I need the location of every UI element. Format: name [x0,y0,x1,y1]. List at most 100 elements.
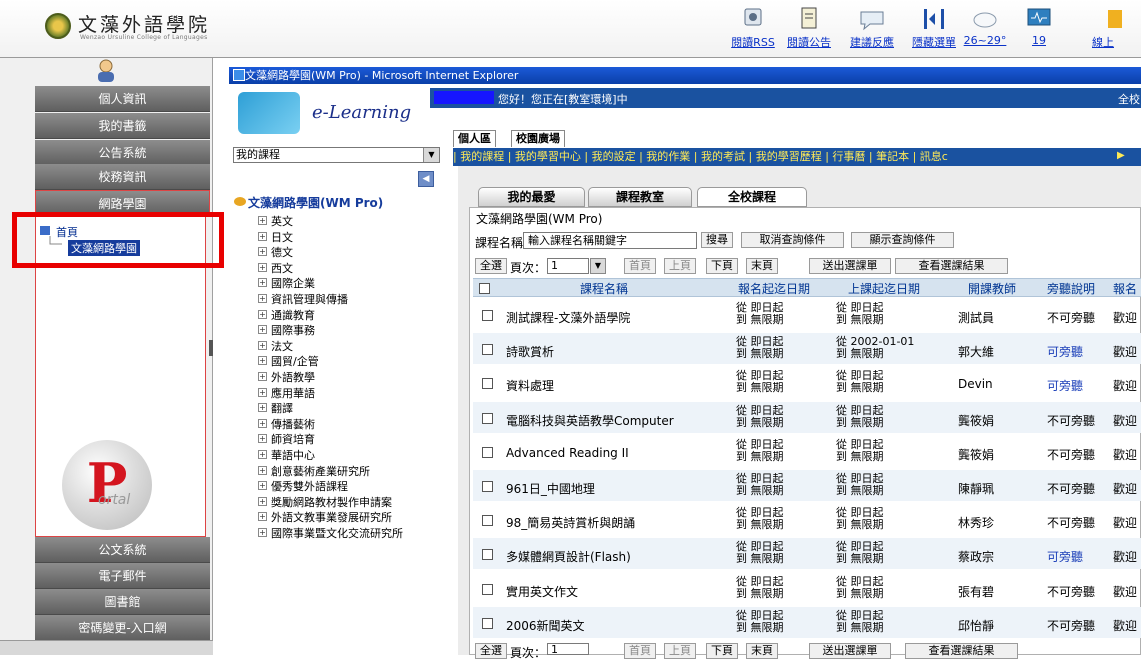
audit-status[interactable]: 可旁聽 [1047,548,1083,565]
row-checkbox[interactable] [482,515,493,527]
next-page-button[interactable]: 下頁 [706,258,738,274]
select-all-button-bottom[interactable]: 全選 [475,643,507,659]
course-name[interactable]: 961日_中國地理 [506,480,595,497]
tree-expand-icon[interactable]: + [258,450,267,459]
tree-node[interactable]: 華語中心 [271,449,315,462]
course-name[interactable]: Advanced Reading II [506,446,629,460]
tree-expand-icon[interactable]: + [258,216,267,225]
select-all-button[interactable]: 全選 [475,258,507,274]
tree-expand-icon[interactable]: + [258,309,267,319]
search-button[interactable]: 搜尋 [701,232,733,248]
course-name[interactable]: 詩歌賞析 [506,343,554,360]
course-name[interactable]: 98_簡易英詩賞析與朗誦 [506,514,635,531]
cancel-query-button[interactable]: 取消查詢條件 [741,232,844,248]
feedback-button[interactable]: 建議反應 [844,2,900,56]
submit-selection-button[interactable]: 送出選課單 [809,258,891,274]
tree-expand-icon[interactable]: + [258,403,267,413]
prev-page-button-bottom[interactable]: 上頁 [664,643,696,659]
course-name[interactable]: 測試課程-文藻外語學院 [506,309,630,326]
sidebar-item-school-affairs[interactable]: 校務資訊 [35,164,210,190]
sidebar-item-library[interactable]: 圖書館 [35,589,210,615]
tree-node[interactable]: 創意藝術產業研究所 [271,465,370,478]
next-page-button-bottom[interactable]: 下頁 [706,643,738,659]
sidebar-item-email[interactable]: 電子郵件 [35,563,210,589]
prev-page-button[interactable]: 上頁 [664,258,696,274]
tree-node[interactable]: 德文 [271,246,293,259]
portal-logo[interactable]: P ortal [62,440,152,530]
tree-node[interactable]: 法文 [271,340,293,353]
sidebar-item-password[interactable]: 密碼變更-入口網 [35,615,210,641]
tree-node[interactable]: 國貿/企管 [271,355,319,368]
row-checkbox[interactable] [482,344,493,356]
online-count-button[interactable]: 19 [1011,2,1067,56]
col-teacher[interactable]: 開課教師 [968,280,1016,297]
tab-favorites[interactable]: 我的最愛 [478,187,585,207]
tree-expand-icon[interactable]: + [258,231,267,241]
tree-node[interactable]: 翻譯 [271,402,293,415]
course-name[interactable]: 電腦科技與英語教學Computer [506,412,674,429]
sidebar-item-bookmarks[interactable]: 我的書籤 [35,113,210,139]
tree-expand-icon[interactable]: + [258,481,267,491]
tree-expand-icon[interactable]: + [258,387,267,397]
row-checkbox[interactable] [482,617,493,629]
view-result-button[interactable]: 查看選課結果 [895,258,1008,274]
tab-all-courses[interactable]: 全校課程 [697,187,807,207]
tree-node[interactable]: 國際企業 [271,277,315,290]
tree-expand-icon[interactable]: + [258,356,267,366]
online-users-button[interactable]: 線上 [1080,2,1136,56]
audit-status[interactable]: 可旁聽 [1047,343,1083,360]
tree-node[interactable]: 西文 [271,262,293,275]
course-name[interactable]: 2006新聞英文 [506,617,585,634]
tree-expand-icon[interactable]: + [258,512,267,522]
keyword-input[interactable]: 輸入課程名稱關鍵字 [523,232,697,249]
nav-links[interactable]: | 我的課程 | 我的學習中心 | 我的設定 | 我的作業 | 我的考試 | 我… [453,150,948,163]
sidebar-item-documents[interactable]: 公文系統 [35,537,210,563]
col-audit[interactable]: 旁聽說明 [1047,280,1095,297]
course-select[interactable]: 我的課程 [233,147,440,163]
view-result-button-bottom[interactable]: 查看選課結果 [905,643,1018,659]
tree-expand-icon[interactable]: + [258,528,267,537]
tree-node[interactable]: 資訊管理與傳播 [271,293,348,306]
function-nav[interactable]: | 我的課程 | 我的學習中心 | 我的設定 | 我的作業 | 我的考試 | 我… [453,148,1141,166]
tree-expand-icon[interactable]: + [258,325,267,335]
sidebar-item-personal-info[interactable]: 個人資訊 [35,86,210,112]
last-page-button[interactable]: 末頁 [746,258,778,274]
course-name[interactable]: 資料處理 [506,377,554,394]
col-course-name[interactable]: 課程名稱 [580,280,628,297]
row-checkbox[interactable] [482,378,493,390]
hide-menu-button[interactable]: 隱藏選單 [906,2,962,56]
tree-node[interactable]: 優秀雙外語課程 [271,480,348,493]
row-checkbox[interactable] [482,583,493,595]
tree-expand-icon[interactable]: + [258,340,267,350]
row-checkbox[interactable] [482,481,493,492]
tree-node[interactable]: 國際事業暨文化交流研究所 [271,527,403,540]
select-all-checkbox[interactable] [479,283,490,294]
notice-button[interactable]: 閱讀公告 [781,2,837,56]
last-page-button-bottom[interactable]: 末頁 [746,643,778,659]
col-enroll[interactable]: 報名 [1113,280,1137,297]
tree-node[interactable]: 外語教學 [271,371,315,384]
tree-expand-icon[interactable]: + [258,294,267,303]
tree-node[interactable]: 國際事務 [271,324,315,337]
tree-expand-icon[interactable]: + [258,465,267,475]
tree-node[interactable]: 傳播藝術 [271,418,315,431]
tree-expand-icon[interactable]: + [258,496,267,506]
row-checkbox[interactable] [482,310,493,321]
chevron-down-icon[interactable]: ▼ [590,258,606,274]
tree-node[interactable]: 日文 [271,231,293,244]
col-enroll-date[interactable]: 報名起迄日期 [738,280,810,297]
tab-campus-plaza[interactable]: 校園廣場 [511,130,565,147]
first-page-button-bottom[interactable]: 首頁 [624,643,656,659]
tree-node[interactable]: 英文 [271,215,293,228]
tree-expand-icon[interactable]: + [258,247,267,257]
chevron-down-icon[interactable]: ▼ [423,148,439,162]
tree-expand-icon[interactable]: + [258,278,267,288]
row-checkbox[interactable] [482,446,493,458]
page-select[interactable]: 1 [547,258,589,274]
tree-node[interactable]: 獎勵網路教材製作申請案 [271,496,392,509]
show-query-button[interactable]: 顯示查詢條件 [851,232,954,248]
page-select-bottom[interactable]: 1 [547,643,589,655]
row-checkbox[interactable] [482,549,493,561]
sidebar-splitter[interactable] [209,340,213,356]
first-page-button[interactable]: 首頁 [624,258,656,274]
